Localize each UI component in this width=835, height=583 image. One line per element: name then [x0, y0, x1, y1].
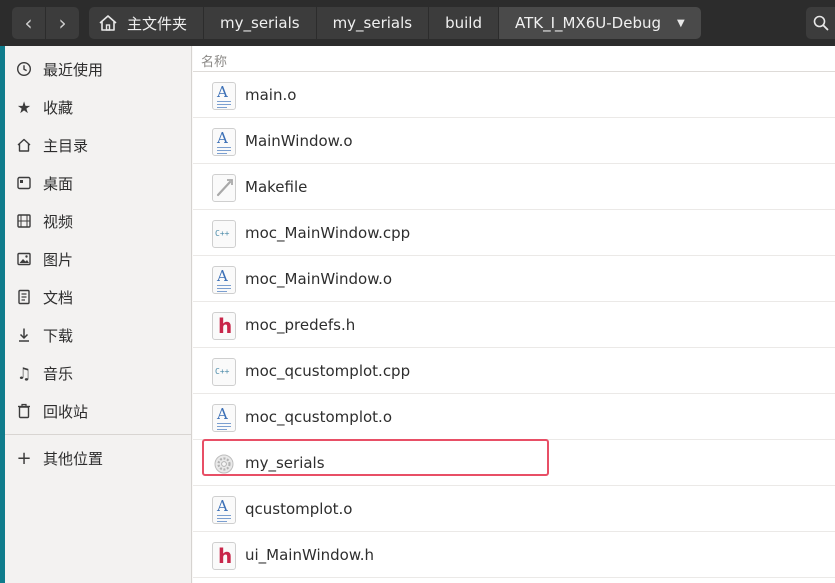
dropdown-caret-icon[interactable]: ▼ [677, 18, 685, 29]
sidebar-item-label: 下载 [43, 326, 74, 345]
sidebar-item-label: 文档 [43, 288, 74, 307]
file-name: moc_qcustomplot.o [245, 408, 392, 426]
file-row[interactable]: h moc_predefs.h [193, 302, 835, 348]
breadcrumb-label: ATK_I_MX6U-Debug [515, 14, 662, 32]
file-name: main.o [245, 86, 297, 104]
breadcrumb-label: build [445, 14, 482, 32]
sidebar-item-desktop[interactable]: 桌面 [5, 164, 191, 202]
file-name: ui_MainWindow.h [245, 546, 375, 564]
cpp-file-icon: C++ [212, 358, 236, 386]
sidebar-item-recent[interactable]: 最近使用 [5, 50, 191, 88]
home-icon [15, 136, 33, 154]
sidebar-item-documents[interactable]: 文档 [5, 278, 191, 316]
back-button[interactable]: ‹ [12, 7, 45, 39]
file-name: Makefile [245, 178, 308, 196]
sidebar-item-label: 视频 [43, 212, 74, 231]
file-row[interactable]: C++ moc_qcustomplot.cpp [193, 348, 835, 394]
file-name: qcustomplot.o [245, 500, 353, 518]
cpp-file-icon: C++ [212, 220, 236, 248]
breadcrumb-item[interactable]: my_serials [204, 7, 317, 39]
sidebar-separator [5, 434, 191, 435]
column-header-label: 名称 [201, 55, 228, 70]
sidebar-item-label: 收藏 [43, 98, 74, 117]
video-icon [15, 212, 33, 230]
clock-icon [15, 60, 33, 78]
desktop-icon [15, 174, 33, 192]
sidebar-item-videos[interactable]: 视频 [5, 202, 191, 240]
image-icon [15, 250, 33, 268]
breadcrumb-label: my_serials [332, 14, 413, 32]
header-file-icon: h [212, 312, 236, 340]
breadcrumb-item[interactable]: build [429, 7, 499, 39]
file-row[interactable]: A moc_qcustomplot.o [193, 394, 835, 440]
file-name: moc_predefs.h [245, 316, 356, 334]
search-icon [813, 15, 829, 31]
breadcrumb-current[interactable]: ATK_I_MX6U-Debug ▼ [499, 7, 701, 39]
object-file-icon: A [212, 266, 236, 294]
plus-icon: + [16, 447, 32, 469]
star-icon: ★ [16, 97, 32, 117]
sidebar-item-label: 主目录 [43, 136, 89, 155]
sidebar-item-pictures[interactable]: 图片 [5, 240, 191, 278]
file-row[interactable]: A qcustomplot.o [193, 486, 835, 532]
annotation-highlight-box [202, 439, 549, 476]
breadcrumb-label: 主文件夹 [127, 14, 188, 33]
chevron-left-icon: ‹ [24, 11, 33, 35]
file-name: MainWindow.o [245, 132, 353, 150]
sidebar: 最近使用 ★ 收藏 主目录 桌面 视频 图片 文档 下载 ♫ 音乐 回收站 + … [5, 46, 192, 583]
sidebar-item-downloads[interactable]: 下载 [5, 316, 191, 354]
object-file-icon: A [212, 404, 236, 432]
home-icon [99, 15, 117, 31]
sidebar-item-label: 其他位置 [43, 449, 104, 468]
breadcrumb: 主文件夹 my_serials my_serials build ATK_I_M… [89, 7, 701, 39]
file-row[interactable]: h ui_MainWindow.h [193, 532, 835, 578]
file-name: moc_MainWindow.o [245, 270, 393, 288]
search-button[interactable] [806, 7, 835, 39]
file-row[interactable]: A MainWindow.o [193, 118, 835, 164]
sidebar-item-trash[interactable]: 回收站 [5, 392, 191, 430]
forward-button[interactable]: › [46, 7, 79, 39]
document-icon [15, 288, 33, 306]
column-header-name[interactable]: 名称 [193, 46, 835, 72]
file-row[interactable]: Makefile [193, 164, 835, 210]
file-row[interactable]: C++ moc_MainWindow.cpp [193, 210, 835, 256]
headerbar: ‹ › 主文件夹 my_serials my_serials build ATK… [0, 0, 835, 46]
sidebar-item-label: 回收站 [43, 402, 89, 421]
trash-icon [15, 402, 33, 420]
file-name: moc_qcustomplot.cpp [245, 362, 411, 380]
sidebar-item-other-locations[interactable]: + 其他位置 [5, 439, 191, 477]
music-icon: ♫ [16, 363, 32, 383]
breadcrumb-item[interactable]: my_serials [316, 7, 430, 39]
download-icon [15, 326, 33, 344]
object-file-icon: A [212, 128, 236, 156]
sidebar-item-label: 图片 [43, 250, 74, 269]
sidebar-item-label: 音乐 [43, 364, 74, 383]
file-name: moc_MainWindow.cpp [245, 224, 411, 242]
sidebar-item-home[interactable]: 主目录 [5, 126, 191, 164]
file-row[interactable]: A main.o [193, 72, 835, 118]
object-file-icon: A [212, 496, 236, 524]
sidebar-item-music[interactable]: ♫ 音乐 [5, 354, 191, 392]
object-file-icon: A [212, 82, 236, 110]
sidebar-item-label: 最近使用 [43, 60, 104, 79]
breadcrumb-label: my_serials [220, 14, 300, 32]
makefile-icon [212, 174, 236, 202]
sidebar-item-label: 桌面 [43, 174, 74, 193]
breadcrumb-home[interactable]: 主文件夹 [89, 7, 205, 39]
chevron-right-icon: › [58, 11, 67, 35]
file-list: 名称 A main.o A MainWindow.o Makefile C++ … [193, 46, 835, 583]
sidebar-item-starred[interactable]: ★ 收藏 [5, 88, 191, 126]
header-file-icon: h [212, 542, 236, 570]
file-row[interactable]: A moc_MainWindow.o [193, 256, 835, 302]
